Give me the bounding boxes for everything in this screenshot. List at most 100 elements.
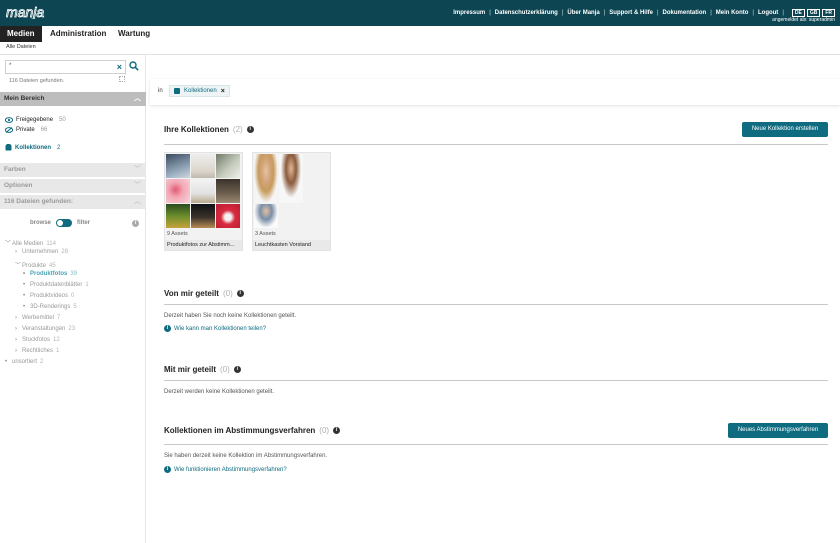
tree-label: Unternehmen (22, 249, 59, 255)
tree-item[interactable]: • Produktfotos 39 (23, 271, 77, 277)
link-mein-konto[interactable]: Mein Konto (716, 10, 749, 16)
expand-icon[interactable] (119, 76, 125, 82)
section-title-von-mir: Von mir geteilt (0) i (164, 289, 244, 298)
tree-label: Produktdatenblätter (30, 282, 83, 288)
tree-count: 2 (40, 359, 44, 365)
divider (164, 144, 828, 145)
main-content: in Kollektionen × Ihre Kollektionen (2) i … (146, 55, 840, 543)
close-icon[interactable]: × (221, 88, 225, 95)
chevron-down-icon: ﹀ (134, 166, 141, 173)
tree-count: 1 (85, 282, 89, 288)
search-icon[interactable] (129, 61, 139, 71)
section-dateien[interactable]: 116 Dateien gefunden: ︿ (0, 195, 146, 209)
link-ueber-manja[interactable]: Über Manja (567, 10, 599, 16)
mein-bereich-private[interactable]: Private 66 (5, 127, 47, 133)
tree-item[interactable]: › Rechtliches 1 (15, 348, 59, 354)
tree-label: Produkte (22, 263, 47, 269)
info-icon[interactable]: i (246, 126, 254, 133)
title-count: (0) (319, 426, 330, 435)
lang-de[interactable]: DE (791, 9, 805, 17)
collection-icon (174, 88, 180, 94)
thumbnail (216, 204, 240, 228)
tree-label: Produktfotos (30, 271, 68, 277)
lang-fr[interactable]: FR (822, 9, 835, 17)
info-icon[interactable]: i (132, 220, 139, 227)
collection-icon (5, 144, 12, 151)
tree-item[interactable]: • Produktvideos 0 (23, 293, 74, 299)
tree-count: 1 (56, 348, 60, 354)
tab-wartung[interactable]: Wartung (118, 26, 150, 42)
sidebar: * × 116 Dateien gefunden. Mein Bereich ︿… (0, 55, 146, 543)
info-icon[interactable]: i (333, 427, 341, 434)
title-count: (0) (220, 365, 230, 374)
tree-item[interactable]: › Werbemittel 7 (15, 315, 60, 321)
collection-thumbnails (254, 154, 329, 229)
thumbnail (166, 154, 190, 178)
tree-item[interactable]: • 3D-Renderings 5 (23, 304, 77, 310)
title-text: Von mir geteilt (164, 289, 219, 298)
collection-card[interactable]: 3 Assets Leuchtkasten Vorstand (252, 152, 331, 251)
top-bar: manja Impressum | Datenschutzerklärung | Ü… (0, 0, 840, 26)
tree-count: 7 (56, 315, 61, 321)
link-datenschutz[interactable]: Datenschutzerklärung (495, 10, 558, 16)
link-support[interactable]: Support & Hilfe (609, 10, 653, 16)
section-optionen[interactable]: Optionen ﹀ (0, 179, 146, 193)
filter-chip-kollektionen[interactable]: Kollektionen × (169, 85, 230, 97)
new-voting-button[interactable]: Neues Abstimmungsverfahren (728, 423, 828, 438)
search-input[interactable]: * × (5, 60, 126, 74)
section-mein-bereich[interactable]: Mein Bereich ︿ (0, 92, 146, 106)
create-collection-button[interactable]: Neue Kollektion erstellen (742, 122, 828, 137)
toggle-browse-label: browse (30, 220, 52, 226)
tree-count: 0 (71, 293, 75, 299)
link-dokumentation[interactable]: Dokumentation (663, 10, 707, 16)
title-count: (2) (232, 125, 243, 134)
tree-label: Veranstaltungen (22, 326, 66, 332)
tab-medien[interactable]: Medien (0, 26, 42, 42)
tree-item[interactable]: ﹀Alle Medien 114 (5, 238, 56, 247)
link-logout[interactable]: Logout (758, 10, 778, 16)
collection-thumbnails (166, 154, 241, 229)
section-title-ihre: Ihre Kollektionen (2) i (164, 125, 254, 134)
main-nav: Medien Administration Wartung (0, 26, 840, 42)
logged-in-user: angemeldet als: superadmin (772, 17, 835, 23)
lang-gb[interactable]: GB (806, 9, 821, 17)
info-icon: i (164, 325, 171, 332)
item-label: Kollektionen (15, 144, 52, 151)
section-farben[interactable]: Farben ﹀ (0, 163, 146, 177)
link-impressum[interactable]: Impressum (453, 10, 485, 16)
subnav-alle-dateien[interactable]: Alle Dateien (6, 44, 36, 50)
toggle-switch[interactable] (56, 219, 73, 227)
collection-card[interactable]: 9 Assets Produktfotos zur Abstimm... (164, 152, 243, 251)
info-icon: i (164, 466, 171, 473)
browse-filter-toggle[interactable]: browse filter (30, 219, 90, 227)
help-link-share[interactable]: i Wie kann man Kollektionen teilen? (164, 325, 266, 332)
tree-count: 45 (49, 263, 56, 269)
info-icon[interactable]: i (236, 290, 244, 297)
item-label: Freigegebene (16, 117, 54, 123)
clear-search-icon[interactable]: × (117, 62, 122, 73)
thumbnail (254, 204, 278, 228)
filter-in-label: in (158, 88, 163, 94)
tree-item[interactable]: › Veranstaltungen 23 (15, 326, 75, 332)
tree-item[interactable]: ﹀Produkte 45 (15, 260, 56, 269)
tree-item[interactable]: • unsortiert 2 (5, 359, 43, 365)
tree-item[interactable]: › Unternehmen 28 (15, 249, 68, 255)
item-label: Private (16, 127, 35, 133)
link-text: Wie kann man Kollektionen teilen? (174, 325, 267, 332)
mein-bereich-freigegebene[interactable]: Freigegebene 50 (5, 117, 66, 123)
thumbnail (254, 154, 278, 203)
thumbnail (166, 179, 190, 203)
mein-bereich-kollektionen[interactable]: Kollektionen 2 (5, 144, 60, 151)
tree-item[interactable]: • Produktdatenblätter 1 (23, 282, 89, 288)
tree-item[interactable]: › Stockfotos 12 (15, 337, 60, 343)
info-icon[interactable]: i (233, 366, 241, 373)
divider (164, 304, 828, 305)
tab-administration[interactable]: Administration (50, 26, 106, 42)
item-count: 66 (40, 127, 48, 133)
section-title: 116 Dateien gefunden: (4, 198, 73, 205)
manja-logo[interactable]: manja (6, 5, 64, 19)
section-title-mit-mir: Mit mir geteilt (0) i (164, 365, 241, 374)
tree-label: Stockfotos (22, 337, 51, 343)
section-title: Optionen (4, 182, 33, 189)
help-link-voting[interactable]: i Wie funktionieren Abstimmungsverfahren? (164, 466, 287, 473)
